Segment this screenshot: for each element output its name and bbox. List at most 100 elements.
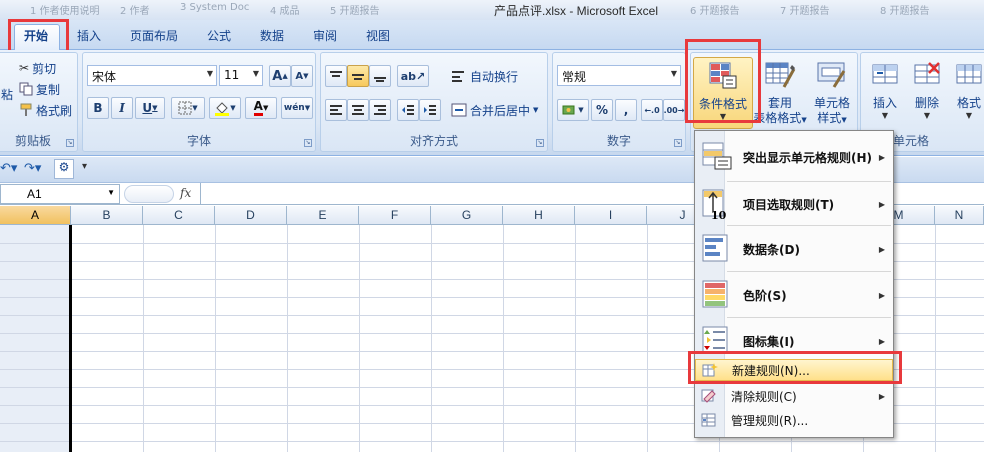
align-top-button[interactable]: [325, 65, 347, 87]
alignment-launcher-icon[interactable]: ↘: [536, 139, 544, 147]
chevron-down-icon: ▼: [923, 111, 931, 120]
font-launcher-icon[interactable]: ↘: [304, 139, 312, 147]
undo-icon[interactable]: ↶▾: [0, 161, 17, 176]
merge-cells-icon: [451, 103, 467, 117]
formula-expand-handle[interactable]: [124, 185, 174, 203]
column-header-D[interactable]: D: [215, 206, 287, 225]
chevron-down-icon[interactable]: ▼: [107, 188, 115, 197]
row-header-strip[interactable]: [0, 225, 70, 452]
tab-page-layout[interactable]: 页面布局: [130, 27, 178, 44]
tab-formulas[interactable]: 公式: [207, 27, 231, 44]
redo-icon[interactable]: ↷▾: [24, 161, 41, 176]
background-window-tab[interactable]: 7 开题报告: [780, 2, 830, 18]
background-window-tab[interactable]: 1 作者使用说明: [30, 2, 100, 18]
bold-button[interactable]: B: [87, 97, 109, 119]
format-as-table-label-2-row: 表格格式▼: [751, 111, 809, 128]
submenu-arrow-icon: ▶: [878, 152, 885, 162]
increase-indent-button[interactable]: [419, 99, 441, 121]
underline-button[interactable]: U ▼: [135, 97, 165, 119]
currency-button[interactable]: ▼: [557, 99, 589, 121]
cut-button[interactable]: ✂ 剪切: [19, 57, 56, 79]
font-color-button[interactable]: A ▼: [245, 97, 277, 119]
font-name-select[interactable]: 宋体 ▼: [87, 65, 217, 86]
borders-button[interactable]: ▼: [171, 97, 205, 119]
tab-view[interactable]: 视图: [366, 27, 390, 44]
merge-center-button[interactable]: 合并后居中 ▼: [451, 99, 538, 121]
macro-security-icon[interactable]: ⚙: [54, 159, 74, 179]
align-left-button[interactable]: [325, 99, 347, 121]
align-middle-button[interactable]: [347, 65, 369, 87]
cell-styles-button[interactable]: 单元格 样式▼: [807, 57, 857, 129]
conditional-formatting-button[interactable]: 条件格式 ▼: [693, 57, 753, 129]
delete-cells-button[interactable]: 删除 ▼: [907, 57, 947, 129]
cell-styles-icon: [817, 62, 846, 88]
increase-indent-icon: [424, 105, 436, 115]
submenu-arrow-icon: ▶: [878, 336, 885, 346]
menu-item-top-bottom-rules[interactable]: 10 项目选取规则(T) ▶: [695, 183, 893, 225]
column-header-N[interactable]: N: [935, 206, 984, 225]
format-as-table-button[interactable]: 套用 表格格式▼: [751, 57, 809, 129]
column-header-A[interactable]: A: [0, 206, 71, 225]
menu-item-icon-sets[interactable]: 图标集(I) ▶: [695, 319, 893, 363]
menu-item-clear-rules[interactable]: 清除规则(C) ▶: [695, 385, 893, 407]
data-bars-icon: [702, 234, 728, 262]
column-header-B[interactable]: B: [71, 206, 143, 225]
tab-home[interactable]: 开始: [24, 27, 48, 44]
menu-item-highlight-cell-rules[interactable]: 突出显示单元格规则(H) ▶: [695, 135, 893, 179]
number-format-select[interactable]: 常规 ▼: [557, 65, 681, 86]
customize-toolbar-icon[interactable]: ▾: [82, 161, 87, 172]
tab-data[interactable]: 数据: [260, 27, 284, 44]
format-painter-button[interactable]: 格式刷: [19, 99, 72, 121]
insert-cells-button[interactable]: 插入 ▼: [865, 57, 905, 129]
menu-item-color-scales[interactable]: 色阶(S) ▶: [695, 273, 893, 317]
number-launcher-icon[interactable]: ↘: [674, 139, 682, 147]
align-center-button[interactable]: [347, 99, 369, 121]
insert-function-icon[interactable]: fx: [180, 186, 191, 200]
group-number: 常规 ▼ ▼ % , ←.0 .00→ 数字 ↘: [552, 52, 686, 152]
format-cells-button[interactable]: 格式 ▼: [949, 57, 984, 129]
orientation-button[interactable]: ab↗: [397, 65, 429, 87]
menu-separator: [727, 181, 891, 182]
background-window-tab[interactable]: 8 开题报告: [880, 2, 930, 18]
menu-item-manage-rules[interactable]: 管理规则(R)...: [695, 409, 893, 431]
grow-font-button[interactable]: A ▲: [269, 65, 291, 87]
percent-button[interactable]: %: [591, 99, 613, 121]
delete-cells-label: 删除: [914, 96, 939, 110]
wrap-text-button[interactable]: 自动换行: [451, 65, 518, 87]
phonetic-button[interactable]: wén ▼: [281, 97, 313, 119]
copy-button[interactable]: 复制: [19, 78, 60, 100]
comma-button[interactable]: ,: [615, 99, 637, 121]
align-right-button[interactable]: [369, 99, 391, 121]
tab-insert[interactable]: 插入: [77, 27, 101, 44]
column-header-I[interactable]: I: [575, 206, 647, 225]
column-header-F[interactable]: F: [359, 206, 431, 225]
name-box[interactable]: A1 ▼: [0, 184, 120, 204]
column-header-G[interactable]: G: [431, 206, 503, 225]
background-window-tab[interactable]: 5 开题报告: [330, 2, 380, 18]
background-window-tab[interactable]: 4 成品: [270, 2, 300, 18]
shrink-font-button[interactable]: A ▼: [291, 65, 313, 87]
clipboard-launcher-icon[interactable]: ↘: [66, 139, 74, 147]
menu-item-new-rule[interactable]: 新建规则(N)...: [695, 359, 893, 381]
increase-decimal-button[interactable]: ←.0: [641, 99, 663, 121]
background-window-tab[interactable]: 6 开题报告: [690, 2, 740, 18]
fill-color-button[interactable]: ▼: [209, 97, 241, 119]
decrease-decimal-button[interactable]: .00→: [663, 99, 685, 121]
italic-button[interactable]: I: [111, 97, 133, 119]
chevron-down-icon: ▼: [252, 69, 259, 78]
column-header-C[interactable]: C: [143, 206, 215, 225]
font-size-select[interactable]: 11 ▼: [219, 65, 263, 86]
column-gridline: [143, 225, 144, 452]
align-bottom-button[interactable]: [369, 65, 391, 87]
decrease-decimal-icon: .00→: [663, 105, 685, 115]
column-header-E[interactable]: E: [287, 206, 359, 225]
column-gridline: [287, 225, 288, 452]
menu-item-data-bars[interactable]: 数据条(D) ▶: [695, 227, 893, 271]
decrease-indent-button[interactable]: [397, 99, 419, 121]
background-window-tab[interactable]: 3 System Doc: [180, 2, 249, 18]
tab-review[interactable]: 审阅: [313, 27, 337, 44]
align-right-icon: [374, 105, 386, 115]
column-header-H[interactable]: H: [503, 206, 575, 225]
paste-button-fragment[interactable]: 粘: [1, 83, 13, 105]
background-window-tab[interactable]: 2 作者: [120, 2, 150, 18]
